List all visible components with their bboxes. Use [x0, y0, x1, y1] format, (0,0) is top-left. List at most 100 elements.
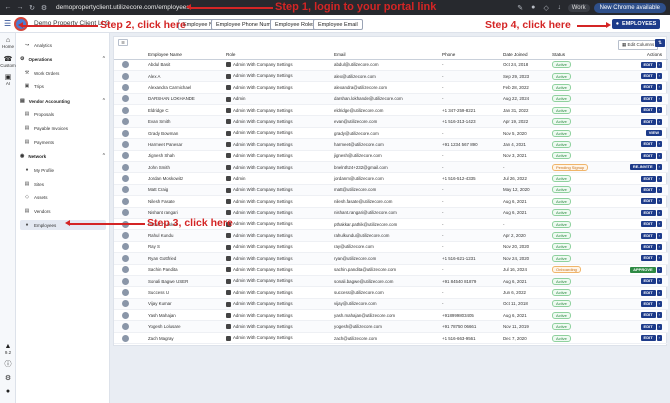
chevron-right-icon[interactable]: › — [656, 164, 662, 171]
sidebar-item-payable-invoices[interactable]: ▤ Payable Invoices — [24, 125, 68, 131]
profile-button[interactable]: Work — [567, 3, 590, 12]
re-invite-button[interactable]: RE-INVITE — [629, 164, 656, 171]
chevron-right-icon[interactable]: › — [656, 266, 662, 273]
edit-button[interactable]: EDIT — [640, 300, 656, 307]
chevron-right-icon[interactable]: › — [656, 152, 662, 159]
column-header-phone[interactable]: Phone — [440, 50, 501, 60]
chevron-right-icon[interactable]: › — [656, 73, 662, 80]
column-header-role[interactable]: Role — [224, 50, 332, 60]
edit-button[interactable]: EDIT — [640, 312, 656, 319]
back-icon[interactable]: ← — [4, 4, 12, 11]
chevron-right-icon[interactable]: › — [656, 289, 662, 296]
edit-button[interactable]: EDIT — [640, 186, 656, 193]
edit-button[interactable]: EDIT — [640, 107, 656, 114]
new-chrome-button[interactable]: New Chrome available — [593, 2, 666, 13]
column-header-email[interactable]: Email — [332, 50, 440, 60]
table-row[interactable]: Nilesh Fasate Admin With Company Settings… — [114, 195, 668, 208]
chevron-right-icon[interactable]: › — [656, 312, 662, 319]
chevron-right-icon[interactable]: › — [656, 232, 662, 239]
filter-employee-email-button[interactable]: Employee Email — [313, 19, 363, 30]
sidebar-item-employees[interactable]: ● Employees — [20, 220, 106, 230]
table-row[interactable]: Jignesh Shah Admin With Company Settings j… — [114, 150, 668, 163]
puzzle-icon[interactable]: ◇ — [542, 4, 551, 12]
sidebar-item-payments[interactable]: ▤ Payments — [24, 139, 54, 145]
edit-button[interactable]: EDIT — [640, 152, 656, 159]
filter-icon[interactable]: ☰ — [118, 39, 128, 46]
sidebar-item-analytics[interactable]: ↝ Analytics — [24, 42, 52, 48]
edit-button[interactable]: EDIT — [640, 289, 656, 296]
edit-button[interactable]: EDIT — [640, 198, 656, 205]
sidebar-item-trips[interactable]: ▣ Trips — [24, 83, 44, 89]
column-header-name[interactable]: Employee Name — [146, 50, 224, 60]
sidebar-item-assets[interactable]: ◇ Assets — [24, 194, 47, 200]
site-info-icon[interactable]: ⚙ — [40, 4, 48, 12]
chevron-right-icon[interactable]: › — [656, 186, 662, 193]
table-row[interactable]: Evan Smith Admin With Company Settings eva… — [114, 115, 668, 128]
view-button[interactable]: VIEW — [645, 130, 662, 137]
sidebar-item-sites[interactable]: ▤ Sites — [24, 181, 44, 187]
rail-item-ai[interactable]: ▣ AI — [0, 73, 16, 86]
sidebar-section-operations[interactable]: ⚙ Operations ⌃ — [20, 56, 106, 62]
edit-button[interactable]: EDIT — [640, 61, 656, 68]
table-row[interactable]: Yogesh Lolusare Admin With Company Settin… — [114, 320, 668, 333]
table-row[interactable]: Grady Bowman Admin With Company Settings g… — [114, 127, 668, 140]
sidebar-section-vendor-accounting[interactable]: ▤ Vendor Accounting ⌃ — [20, 98, 106, 104]
approve-button[interactable]: APPROVE — [630, 266, 656, 273]
chevron-right-icon[interactable]: › — [656, 323, 662, 330]
table-row[interactable]: DARSHAN LOKHANDE Admin darshan.lokhande@ut… — [114, 93, 668, 106]
chevron-right-icon[interactable]: › — [656, 255, 662, 262]
chevron-right-icon[interactable]: › — [656, 243, 662, 250]
chevron-right-icon[interactable]: › — [656, 221, 662, 228]
edit-button[interactable]: EDIT — [640, 221, 656, 228]
edit-button[interactable]: EDIT — [640, 141, 656, 148]
table-row[interactable]: Matt Craig Admin With Company Settings mat… — [114, 184, 668, 197]
edit-button[interactable]: EDIT — [640, 95, 656, 102]
download-icon[interactable]: ↓ — [555, 4, 564, 11]
chevron-right-icon[interactable]: › — [656, 95, 662, 102]
column-header-status[interactable]: Status — [550, 50, 610, 60]
chevron-right-icon[interactable]: › — [656, 278, 662, 285]
table-row[interactable]: Alex A Admin With Company Settings alex@ut… — [114, 70, 668, 83]
chevron-right-icon[interactable]: › — [656, 84, 662, 91]
edit-columns-button[interactable]: ▦ Edit Columns — [618, 40, 659, 50]
sidebar-item-my-profile[interactable]: ● My Profile — [24, 167, 54, 173]
sidebar-item-work-orders[interactable]: ⚒ Work Orders — [24, 70, 60, 76]
sidebar-item-proposals[interactable]: ▤ Proposals — [24, 111, 54, 117]
chevron-right-icon[interactable]: › — [656, 118, 662, 125]
edit-button[interactable]: EDIT — [640, 209, 656, 216]
table-row[interactable]: Alexandra Carmichael Admin With Company S… — [114, 81, 668, 94]
settings-icon[interactable]: ⇅ — [655, 39, 665, 47]
settings-icon[interactable]: ⚙ — [0, 374, 16, 382]
table-row[interactable]: Sonali Bagwe USER Admin With Company Sett… — [114, 275, 668, 288]
table-row[interactable]: Zach Magray Admin With Company Settings za… — [114, 332, 668, 345]
extension-icon[interactable]: ● — [529, 4, 538, 11]
rail-item-custom[interactable]: ☎ Custom — [0, 55, 16, 68]
chevron-right-icon[interactable]: › — [656, 209, 662, 216]
table-row[interactable]: Yash Mahajan Admin With Company Settings y… — [114, 309, 668, 322]
chevron-right-icon[interactable]: › — [656, 141, 662, 148]
edit-button[interactable]: EDIT — [640, 232, 656, 239]
edit-button[interactable]: EDIT — [640, 278, 656, 285]
help-icon[interactable]: ⓘ — [0, 359, 16, 369]
edit-button[interactable]: EDIT — [640, 73, 656, 80]
column-header-date-joined[interactable]: Date Joined — [501, 50, 550, 60]
edit-button[interactable]: EDIT — [640, 243, 656, 250]
table-row[interactable]: Eldridge C Admin With Company Settings eld… — [114, 104, 668, 117]
chevron-right-icon[interactable]: › — [656, 175, 662, 182]
table-row[interactable]: Harmeet Panesar Admin With Company Settin… — [114, 138, 668, 151]
table-row[interactable]: Jordan Moskowitz Admin jordanm@utilizecore… — [114, 172, 668, 185]
table-row[interactable]: Abdul Basit Admin With Company Settings ab… — [114, 59, 668, 71]
rail-item-home[interactable]: ⌂ Home — [0, 37, 16, 49]
chevron-right-icon[interactable]: › — [656, 300, 662, 307]
pen-icon[interactable]: ✎ — [516, 4, 525, 12]
employees-button[interactable]: ● EMPLOYEES — [612, 19, 660, 29]
chevron-right-icon[interactable]: › — [656, 61, 662, 68]
table-row[interactable]: Rahul Kundu Admin With Company Settings ra… — [114, 229, 668, 242]
table-row[interactable]: John Smith Admin With Company Settings bne… — [114, 161, 668, 174]
address-bar[interactable]: demopropertyclient.utilizecore.com/emplo… — [56, 4, 190, 11]
edit-button[interactable]: EDIT — [640, 118, 656, 125]
table-row[interactable]: Success U Admin With Company Settings succ… — [114, 286, 668, 299]
chevron-right-icon[interactable]: › — [656, 198, 662, 205]
table-row[interactable]: Ryan Gottfried Admin With Company Setting… — [114, 252, 668, 265]
table-row[interactable]: Vijay Kumar Admin With Company Settings vi… — [114, 298, 668, 311]
